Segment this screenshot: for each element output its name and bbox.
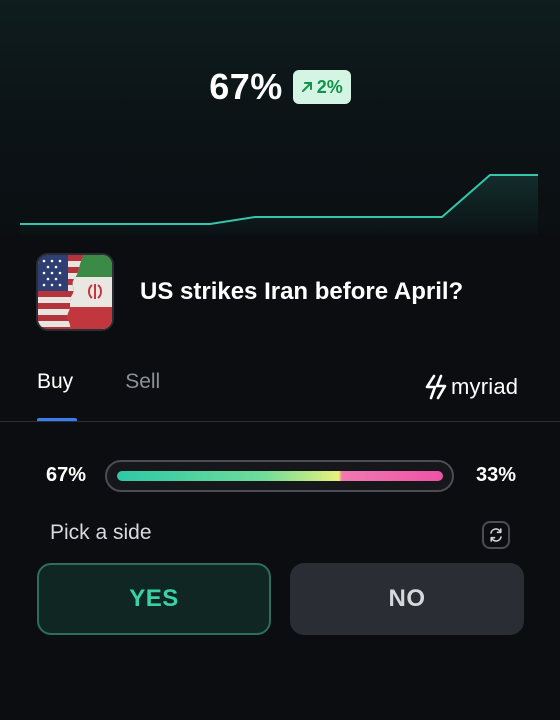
probability-fill	[117, 471, 443, 481]
probability-bar: 67% 33%	[46, 460, 516, 494]
change-value: 2%	[316, 76, 343, 97]
no-probability: 33%	[475, 464, 516, 486]
tabs-divider	[0, 421, 560, 422]
odds-header: 67% 2%	[0, 66, 560, 108]
odds-sparkline	[20, 174, 538, 240]
brand-name: myriad	[451, 374, 519, 399]
refresh-icon	[490, 528, 502, 542]
myriad-logo-icon	[425, 374, 447, 400]
yes-button[interactable]: YES	[37, 563, 271, 635]
no-button[interactable]: NO	[290, 563, 524, 635]
market-title: US strikes Iran before April?	[140, 278, 464, 305]
price-chart-area: 67% 2%	[0, 0, 560, 240]
change-badge: 2%	[292, 70, 351, 104]
yes-probability: 67%	[46, 464, 87, 486]
probability-track	[105, 460, 454, 492]
tab-buy[interactable]: Buy	[37, 370, 78, 422]
us-iran-flags-image	[36, 253, 114, 331]
arrow-up-right-icon	[301, 82, 312, 92]
trade-tabs: Buy Sell	[37, 370, 160, 422]
market-info: US strikes Iran before April?	[36, 253, 463, 331]
tab-sell[interactable]: Sell	[125, 370, 160, 422]
pick-side-label: Pick a side	[50, 521, 152, 544]
current-odds: 67%	[209, 66, 283, 107]
brand-logo: myriad	[425, 374, 518, 400]
refresh-button[interactable]	[482, 521, 510, 549]
